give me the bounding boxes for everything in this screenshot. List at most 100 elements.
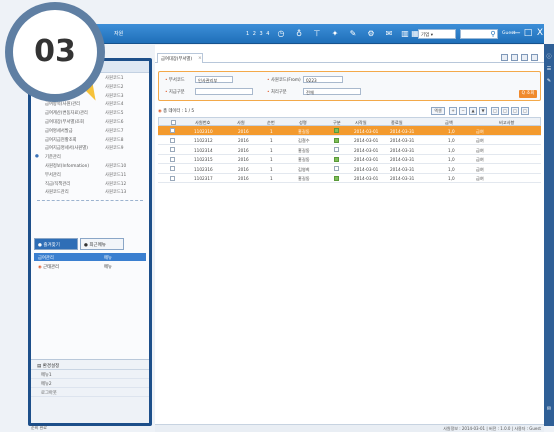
close-tab-icon[interactable]: × — [198, 56, 202, 61]
maximize-button[interactable]: □ — [522, 26, 534, 40]
sidebar-item[interactable]: 급여지급현황조회 사원코드8 — [31, 135, 149, 144]
status-bar: 사원정보 : 2014-03-01 | 버전 : 1.0.0 | 사용자 : G… — [155, 424, 544, 432]
row-checkbox[interactable] — [170, 156, 175, 162]
status-checkbox[interactable] — [334, 156, 339, 162]
sidebar-item[interactable]: 급여지급명세서(사원별) 사원코드9 — [31, 143, 149, 152]
move-down-button[interactable]: ▼ — [479, 107, 487, 115]
settings-item[interactable]: 메뉴1 — [31, 370, 149, 379]
grid-option-button[interactable]: □ — [521, 107, 529, 115]
status-select[interactable]: 전체 — [303, 88, 361, 95]
grid-option-button[interactable]: □ — [501, 107, 509, 115]
status-checkbox[interactable] — [334, 128, 339, 133]
page-numbers[interactable]: 1 2 3 4 — [246, 31, 271, 37]
sidebar-item[interactable]: 급여대장(부서별)조회 사원코드6 — [31, 117, 149, 126]
table-row[interactable]: 1102310 2016 1 홍길동 2014-03-01 2014-03-31 1,0 급여 — [158, 126, 541, 136]
grid-option-button[interactable]: □ — [511, 107, 519, 115]
sidebar-item[interactable]: 급여명세서발급 사원코드7 — [31, 126, 149, 135]
table-row[interactable]: 1102315 2016 1 홍길동 2014-03-01 2014-03-31 1,0 급여 — [158, 155, 541, 164]
info-icon[interactable]: ⓘ — [546, 54, 552, 61]
sidebar-item[interactable]: 부서관리 사원코드11 — [31, 170, 149, 179]
status-checkbox[interactable] — [334, 137, 339, 143]
app-window: 자원 1 2 3 4 ◷ ♁ ⊤ ✦ ✎ ⚙ ✉ ▥ ▦ 기업 ▾ ⚲ Gues… — [0, 0, 554, 432]
favorite-item-attendance[interactable]: ◉ 근태관리 메뉴 — [34, 262, 146, 270]
excel-button[interactable]: 엑셀 — [431, 107, 445, 115]
table-row[interactable]: 1102314 2016 1 홍길동 2014-03-01 2014-03-31 1,0 급여 — [158, 145, 541, 155]
settings-title[interactable]: ▤ 환경설정 — [31, 360, 149, 370]
sidebar: 사원코드1 사원코드2 사원코드3 급여항목(사원)관리 사원코드4 급여계산(변… — [28, 58, 152, 426]
step-number: 03 — [13, 10, 97, 94]
bulb-icon[interactable]: ♁ — [294, 29, 304, 39]
table-row[interactable]: 1102317 2016 1 홍길동 2014-03-01 2014-03-31 1,0 급여 — [158, 174, 541, 183]
cell-name: 김철수 — [298, 138, 310, 143]
search-icon[interactable]: ⚲ — [488, 29, 498, 39]
hanger-icon[interactable]: ⊤ — [312, 29, 322, 39]
sidebar-group[interactable]: ● 기준관리 — [31, 152, 149, 161]
sidebar-item[interactable]: 사원정보(Information) 사원코드10 — [31, 161, 149, 170]
add-row-button[interactable]: + — [449, 107, 457, 115]
sidebar-item-code: 사원코드7 — [105, 128, 124, 134]
filter-panel: • 부서코드 인사관리부 • 사원코드(From) 0223 • 지급구분 • … — [158, 71, 541, 101]
tab-favorites[interactable]: ● 즐겨찾기 — [34, 238, 78, 250]
cell-note: 급여 — [476, 157, 484, 162]
cell-end-date: 2014-03-31 — [390, 138, 415, 143]
cell-seq: 1 — [270, 176, 273, 181]
type-select[interactable] — [195, 88, 253, 95]
view-icon[interactable] — [521, 54, 528, 61]
tab-recent[interactable]: ● 최근메뉴 — [80, 238, 124, 250]
favorite-item-payroll[interactable]: 급여관리 메뉴 — [34, 253, 146, 261]
edit-icon[interactable]: ✎ — [348, 29, 358, 39]
close-button[interactable]: X — [534, 26, 546, 40]
sidebar-item-code: 사원코드5 — [105, 111, 124, 117]
cell-amount: 1,0 — [448, 157, 455, 162]
settings-item[interactable]: 메뉴2 — [31, 379, 149, 388]
row-checkbox[interactable] — [170, 166, 175, 171]
view-icon[interactable] — [531, 54, 538, 61]
status-checkbox[interactable] — [334, 166, 339, 171]
logout-item[interactable]: 로그아웃 — [31, 388, 149, 397]
mail-icon[interactable]: ✉ — [384, 29, 394, 39]
view-icon[interactable] — [511, 54, 518, 61]
dept-field[interactable]: 인사관리부 — [195, 76, 233, 83]
status-label: • 처리구분 — [267, 90, 287, 95]
sidebar-divider — [37, 198, 143, 202]
edit-icon[interactable]: ✎ — [546, 78, 552, 85]
emp-field[interactable]: 0223 — [303, 76, 343, 83]
sidebar-item-label: 사원정보(Information) — [45, 163, 90, 169]
pin-icon[interactable]: ✦ — [330, 29, 340, 39]
delete-row-button[interactable]: − — [459, 107, 467, 115]
move-up-button[interactable]: ▲ — [469, 107, 477, 115]
minimize-button[interactable]: — — [510, 26, 522, 40]
row-checkbox[interactable] — [170, 128, 175, 133]
cell-emp-id: 1102315 — [194, 157, 213, 162]
view-icon[interactable] — [501, 54, 508, 61]
row-checkbox[interactable] — [170, 175, 175, 181]
row-checkbox[interactable] — [170, 137, 175, 143]
cell-amount: 1,0 — [448, 176, 455, 181]
cell-note: 급여 — [476, 166, 484, 172]
table-row[interactable]: 1102312 2016 1 김철수 2014-03-01 2014-03-31 1,0 급여 — [158, 136, 541, 145]
clock-icon[interactable]: ◷ — [276, 29, 286, 39]
status-checkbox[interactable] — [334, 175, 339, 181]
grid-option-button[interactable]: □ — [491, 107, 499, 115]
gear-icon[interactable]: ⚙ — [366, 29, 376, 39]
sidebar-item[interactable]: 급여계산(변동자료)관리 사원코드5 — [31, 108, 149, 117]
sidebar-item-code: 사원코드13 — [105, 190, 127, 196]
cell-seq: 1 — [270, 147, 273, 153]
cell-code: 2016 — [238, 176, 249, 181]
right-toolstrip: ⓘ ☰ ✎ ✉ — [544, 44, 554, 426]
company-select[interactable]: 기업 ▾ — [418, 29, 456, 39]
row-checkbox[interactable] — [170, 147, 175, 152]
cell-name: 홍길동 — [298, 157, 310, 162]
select-all-checkbox[interactable] — [171, 119, 176, 125]
cell-seq: 1 — [270, 166, 273, 172]
status-checkbox[interactable] — [334, 147, 339, 152]
search-button[interactable]: Q 조회 — [519, 90, 537, 98]
record-summary: ◉ 총 데이터 : 1 / 5 — [158, 109, 195, 114]
table-row[interactable]: 1102316 2016 1 김영희 2014-03-01 2014-03-31 1,0 급여 — [158, 164, 541, 174]
chat-icon[interactable]: ✉ — [546, 406, 552, 413]
list-icon[interactable]: ☰ — [546, 66, 552, 73]
sidebar-item[interactable]: 직급/직책관리 사원코드12 — [31, 179, 149, 188]
tab-payroll-ledger[interactable]: 급여대장(부서별) × — [157, 53, 203, 63]
chart-icon[interactable]: ▥ — [400, 29, 410, 39]
sidebar-item[interactable]: 사원코드관리 사원코드13 — [31, 187, 149, 196]
